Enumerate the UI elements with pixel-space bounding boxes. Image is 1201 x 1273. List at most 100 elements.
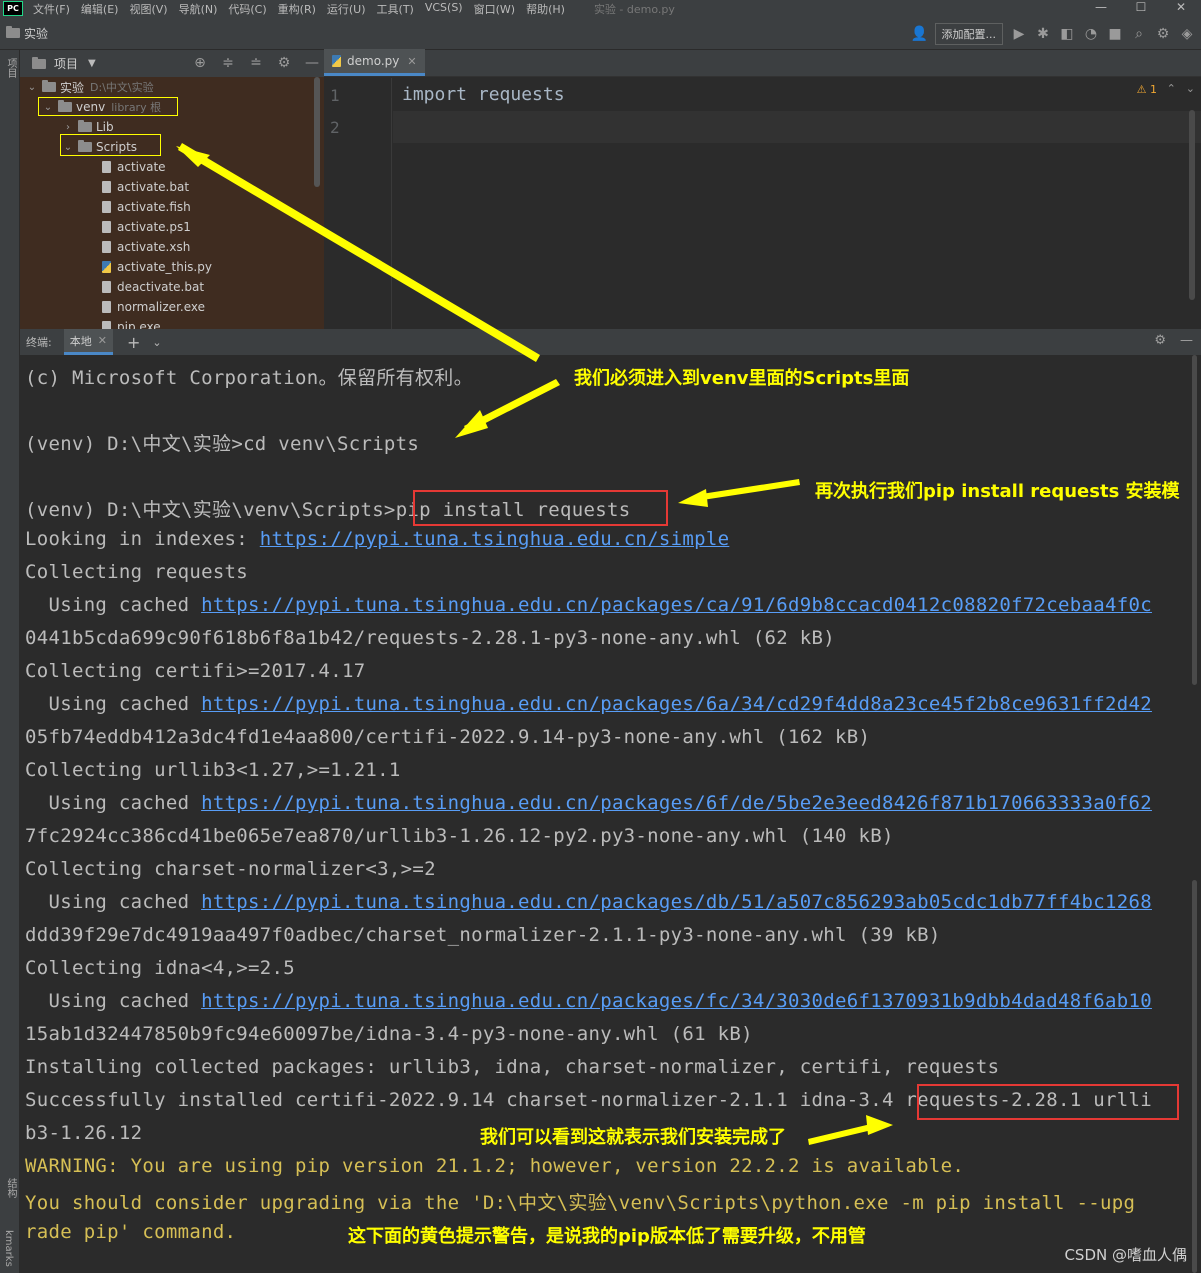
terminal-link[interactable]: https://pypi.tuna.tsinghua.edu.cn/simple <box>260 528 730 550</box>
terminal-line: 15ab1d32447850b9fc94e60097be/idna-3.4-py… <box>25 1023 753 1045</box>
file-icon <box>102 321 111 329</box>
annotation-warning-note: 这下面的黄色提示警告，是说我的pip版本低了需要升级，不用管 <box>348 1226 866 1247</box>
terminal-line: ddd39f29e7dc4919aa497f0adbec/charset_nor… <box>25 924 941 946</box>
bookmarks-tool-label[interactable]: kmarks <box>3 1230 14 1267</box>
terminal-line: 7fc2924cc386cd41be065e7ea870/urllib3-1.2… <box>25 825 894 847</box>
project-breadcrumb[interactable]: 实验 <box>6 25 48 42</box>
menu-window[interactable]: 窗口(W) <box>474 1 515 17</box>
close-icon[interactable]: ✕ <box>407 55 416 68</box>
chevron-up-icon[interactable]: ⌃ <box>1167 82 1176 95</box>
terminal-link[interactable]: https://pypi.tuna.tsinghua.edu.cn/packag… <box>201 990 1152 1012</box>
tree-item-file[interactable]: pip.exe <box>102 317 161 329</box>
terminal-link[interactable]: https://pypi.tuna.tsinghua.edu.cn/packag… <box>201 594 1152 616</box>
window-title: 实验 - demo.py <box>593 2 675 16</box>
root-folder-path: D:\中文\实验 <box>90 81 154 94</box>
add-configuration-button[interactable]: 添加配置... <box>934 23 1003 45</box>
tree-item-file[interactable]: normalizer.exe <box>102 297 205 317</box>
terminal-text: Looking in indexes: <box>25 528 260 550</box>
chevron-down-icon[interactable]: ⌄ <box>1186 82 1195 95</box>
project-name: 实验 <box>24 26 49 41</box>
annotation-enter-scripts: 我们必须进入到venv里面的Scripts里面 <box>574 368 910 389</box>
project-panel-title[interactable]: 项目 <box>54 55 78 72</box>
terminal-line: Using cached https://pypi.tuna.tsinghua.… <box>25 594 1152 616</box>
warning-icon: ⚠ <box>1136 83 1147 96</box>
stop-icon[interactable]: ■ <box>1107 26 1123 42</box>
hide-icon[interactable]: — <box>304 55 320 71</box>
folder-icon <box>78 120 92 132</box>
file-icon <box>102 221 111 233</box>
folder-icon <box>6 26 20 38</box>
tree-item-file[interactable]: activate_this.py <box>102 257 212 277</box>
pip-command-redbox <box>413 490 668 526</box>
profile-icon[interactable]: ◔ <box>1083 26 1099 42</box>
run-icon[interactable]: ▶ <box>1011 26 1027 42</box>
terminal-warning-line: You should consider upgrading via the 'D… <box>25 1192 1136 1214</box>
terminal-link[interactable]: https://pypi.tuna.tsinghua.edu.cn/packag… <box>201 693 1152 715</box>
debug-icon[interactable]: ✱ <box>1035 26 1051 42</box>
menu-view[interactable]: 视图(V) <box>129 1 167 17</box>
tab-local-terminal[interactable]: 本地 ✕ <box>63 329 113 355</box>
project-tool-label[interactable]: 项目 <box>3 58 18 78</box>
chevron-down-icon[interactable]: ▼ <box>88 58 96 69</box>
terminal-line: 0441b5cda699c90f618b6f8a1b42/requests-2.… <box>25 627 835 649</box>
editor-scrollbar[interactable] <box>1189 110 1195 300</box>
update-icon[interactable]: ◈ <box>1179 26 1195 42</box>
terminal-link[interactable]: https://pypi.tuna.tsinghua.edu.cn/packag… <box>201 792 1152 814</box>
gear-icon[interactable]: ⚙ <box>1154 333 1166 348</box>
line-number: 2 <box>330 118 340 137</box>
tree-item-file[interactable]: activate.bat <box>102 177 189 197</box>
tree-item-file[interactable]: deactivate.bat <box>102 277 204 297</box>
warning-indicator[interactable]: ⚠ 1 <box>1137 83 1157 96</box>
expand-all-icon[interactable]: ≑ <box>220 55 236 71</box>
chevron-down-icon[interactable]: ⌄ <box>152 336 161 349</box>
lib-folder-name: Lib <box>96 120 114 134</box>
maximize-icon[interactable]: ☐ <box>1121 0 1161 17</box>
menu-refactor[interactable]: 重构(R) <box>278 1 316 17</box>
menu-edit[interactable]: 编辑(E) <box>81 1 119 17</box>
tree-item-file[interactable]: activate <box>102 157 166 177</box>
terminal-scrollbar[interactable] <box>1192 355 1197 685</box>
terminal-tab-label: 本地 <box>69 334 92 348</box>
project-header-icons: ⊕ ≑ ≐ ⚙ — <box>192 55 320 71</box>
gear-icon[interactable]: ⚙ <box>276 55 292 71</box>
collapse-all-icon[interactable]: ≐ <box>248 55 264 71</box>
minimize-icon[interactable]: — <box>1081 0 1121 17</box>
menu-bar: PC 文件(F) 编辑(E) 视图(V) 导航(N) 代码(C) 重构(R) 运… <box>0 0 1201 17</box>
chevron-right-icon[interactable]: › <box>62 122 74 133</box>
folder-icon <box>42 80 56 92</box>
venv-highlight-box <box>38 97 178 116</box>
tab-demo-py[interactable]: demo.py ✕ <box>324 49 425 76</box>
tree-scrollbar[interactable] <box>314 77 320 187</box>
tree-item-file[interactable]: activate.xsh <box>102 237 190 257</box>
terminal-link[interactable]: https://pypi.tuna.tsinghua.edu.cn/packag… <box>201 891 1152 913</box>
structure-tool-label[interactable]: 结构 <box>3 1178 18 1198</box>
close-icon[interactable]: ✕ <box>98 334 107 347</box>
add-terminal-icon[interactable]: + <box>127 333 140 352</box>
menu-run[interactable]: 运行(U) <box>327 1 366 17</box>
locate-icon[interactable]: ⊕ <box>192 55 208 71</box>
menu-tools[interactable]: 工具(T) <box>377 1 414 17</box>
root-folder-name: 实验 <box>60 80 85 95</box>
project-panel-header: 项目 ▼ ⊕ ≑ ≐ ⚙ — <box>20 50 324 77</box>
code-line[interactable]: import requests <box>402 84 565 105</box>
search-icon[interactable]: ⌕ <box>1131 26 1147 42</box>
terminal-line: Looking in indexes: https://pypi.tuna.ts… <box>25 528 729 550</box>
tree-item-file[interactable]: activate.fish <box>102 197 191 217</box>
menu-file[interactable]: 文件(F) <box>33 1 70 17</box>
menu-navigate[interactable]: 导航(N) <box>179 1 218 17</box>
tree-item-root[interactable]: ⌄ 实验 D:\中文\实验 <box>26 77 154 97</box>
terminal-scrollbar-lower[interactable] <box>1192 880 1197 1273</box>
menu-help[interactable]: 帮助(H) <box>526 1 565 17</box>
menu-vcs[interactable]: VCS(S) <box>425 1 463 17</box>
annotation-install-done: 我们可以看到这就表示我们安装完成了 <box>480 1127 786 1148</box>
close-icon[interactable]: ✕ <box>1161 0 1201 17</box>
menu-code[interactable]: 代码(C) <box>228 1 266 17</box>
chevron-down-icon[interactable]: ⌄ <box>26 82 38 93</box>
file-icon <box>102 281 111 293</box>
tree-item-file[interactable]: activate.ps1 <box>102 217 191 237</box>
hide-icon[interactable]: — <box>1180 333 1193 348</box>
coverage-icon[interactable]: ◧ <box>1059 26 1075 42</box>
file-name: activate.xsh <box>117 240 191 254</box>
user-icon[interactable]: 👤 <box>911 26 928 42</box>
gear-icon[interactable]: ⚙ <box>1155 26 1171 42</box>
